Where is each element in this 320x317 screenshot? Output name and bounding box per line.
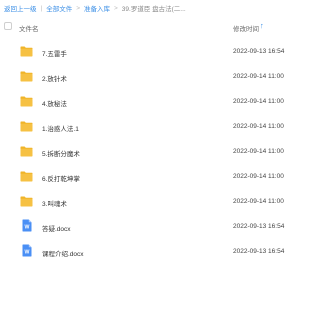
file-name[interactable]: 3.叫魂术	[42, 198, 67, 208]
file-name[interactable]: 1.治惑人法.1	[42, 123, 79, 133]
word-doc-icon: W	[22, 244, 32, 257]
file-modified-time: 2022-09-14 11:00	[233, 98, 284, 105]
file-row[interactable]: 7.五雷手 2022-09-13 16:54	[0, 40, 310, 65]
file-name[interactable]: 4.放秘法	[42, 98, 67, 108]
folder-icon	[20, 146, 33, 157]
file-modified-time: 2022-09-14 11:00	[233, 198, 284, 205]
column-header-modified-time[interactable]: 修改时间	[233, 23, 259, 33]
file-row[interactable]: W 课程介绍.docx 2022-09-13 16:54	[0, 240, 310, 265]
file-modified-time: 2022-09-14 11:00	[233, 123, 284, 130]
file-name[interactable]: 6.反打乾坤掌	[42, 173, 80, 183]
file-name[interactable]: 5.拆断分魔术	[42, 148, 80, 158]
file-modified-time: 2022-09-13 16:54	[233, 48, 285, 55]
folder-icon	[20, 46, 33, 57]
file-modified-time: 2022-09-13 16:54	[233, 223, 285, 230]
file-modified-time: 2022-09-14 11:00	[233, 173, 284, 180]
file-list: 7.五雷手 2022-09-13 16:54 2.放针术 2022-09-14 11:…	[0, 40, 310, 265]
file-row[interactable]: W 答疑.docx 2022-09-13 16:54	[0, 215, 310, 240]
word-doc-icon: W	[22, 219, 32, 232]
svg-text:W: W	[25, 225, 30, 231]
folder-icon	[20, 96, 33, 107]
file-name[interactable]: 2.放针术	[42, 73, 67, 83]
breadcrumb-item-all-files[interactable]: 全部文件	[46, 3, 72, 13]
file-row[interactable]: 6.反打乾坤掌 2022-09-14 11:00	[0, 165, 310, 190]
select-all-checkbox[interactable]	[4, 22, 12, 30]
list-header: 文件名 修改时间 ↑	[0, 20, 310, 34]
breadcrumb-current: 39.罗道臣 盘古法(二...	[121, 6, 186, 13]
sort-ascending-icon[interactable]: ↑	[260, 21, 264, 30]
breadcrumb: 返回上一级 | 全部文件 > 准备入库 > 39.罗道臣 盘古法(二...	[4, 2, 186, 14]
file-row[interactable]: 2.放针术 2022-09-14 11:00	[0, 65, 310, 90]
file-row[interactable]: 5.拆断分魔术 2022-09-14 11:00	[0, 140, 310, 165]
breadcrumb-separator: |	[40, 4, 43, 12]
back-link[interactable]: 返回上一级	[4, 3, 37, 13]
file-row[interactable]: 3.叫魂术 2022-09-14 11:00	[0, 190, 310, 215]
file-row[interactable]: 4.放秘法 2022-09-14 11:00	[0, 90, 310, 115]
file-modified-time: 2022-09-14 11:00	[233, 73, 284, 80]
folder-icon	[20, 121, 33, 132]
breadcrumb-arrow: >	[114, 4, 118, 12]
file-modified-time: 2022-09-14 11:00	[233, 148, 284, 155]
folder-icon	[20, 71, 33, 82]
file-name[interactable]: 课程介绍.docx	[42, 248, 84, 258]
breadcrumb-arrow: >	[76, 4, 80, 12]
folder-icon	[20, 171, 33, 182]
file-name[interactable]: 7.五雷手	[42, 48, 67, 58]
breadcrumb-item-pending[interactable]: 准备入库	[84, 3, 110, 13]
file-row[interactable]: 1.治惑人法.1 2022-09-14 11:00	[0, 115, 310, 140]
folder-icon	[20, 196, 33, 207]
svg-text:W: W	[25, 250, 30, 256]
file-modified-time: 2022-09-13 16:54	[233, 248, 285, 255]
column-header-name[interactable]: 文件名	[19, 23, 39, 33]
file-name[interactable]: 答疑.docx	[42, 223, 71, 233]
